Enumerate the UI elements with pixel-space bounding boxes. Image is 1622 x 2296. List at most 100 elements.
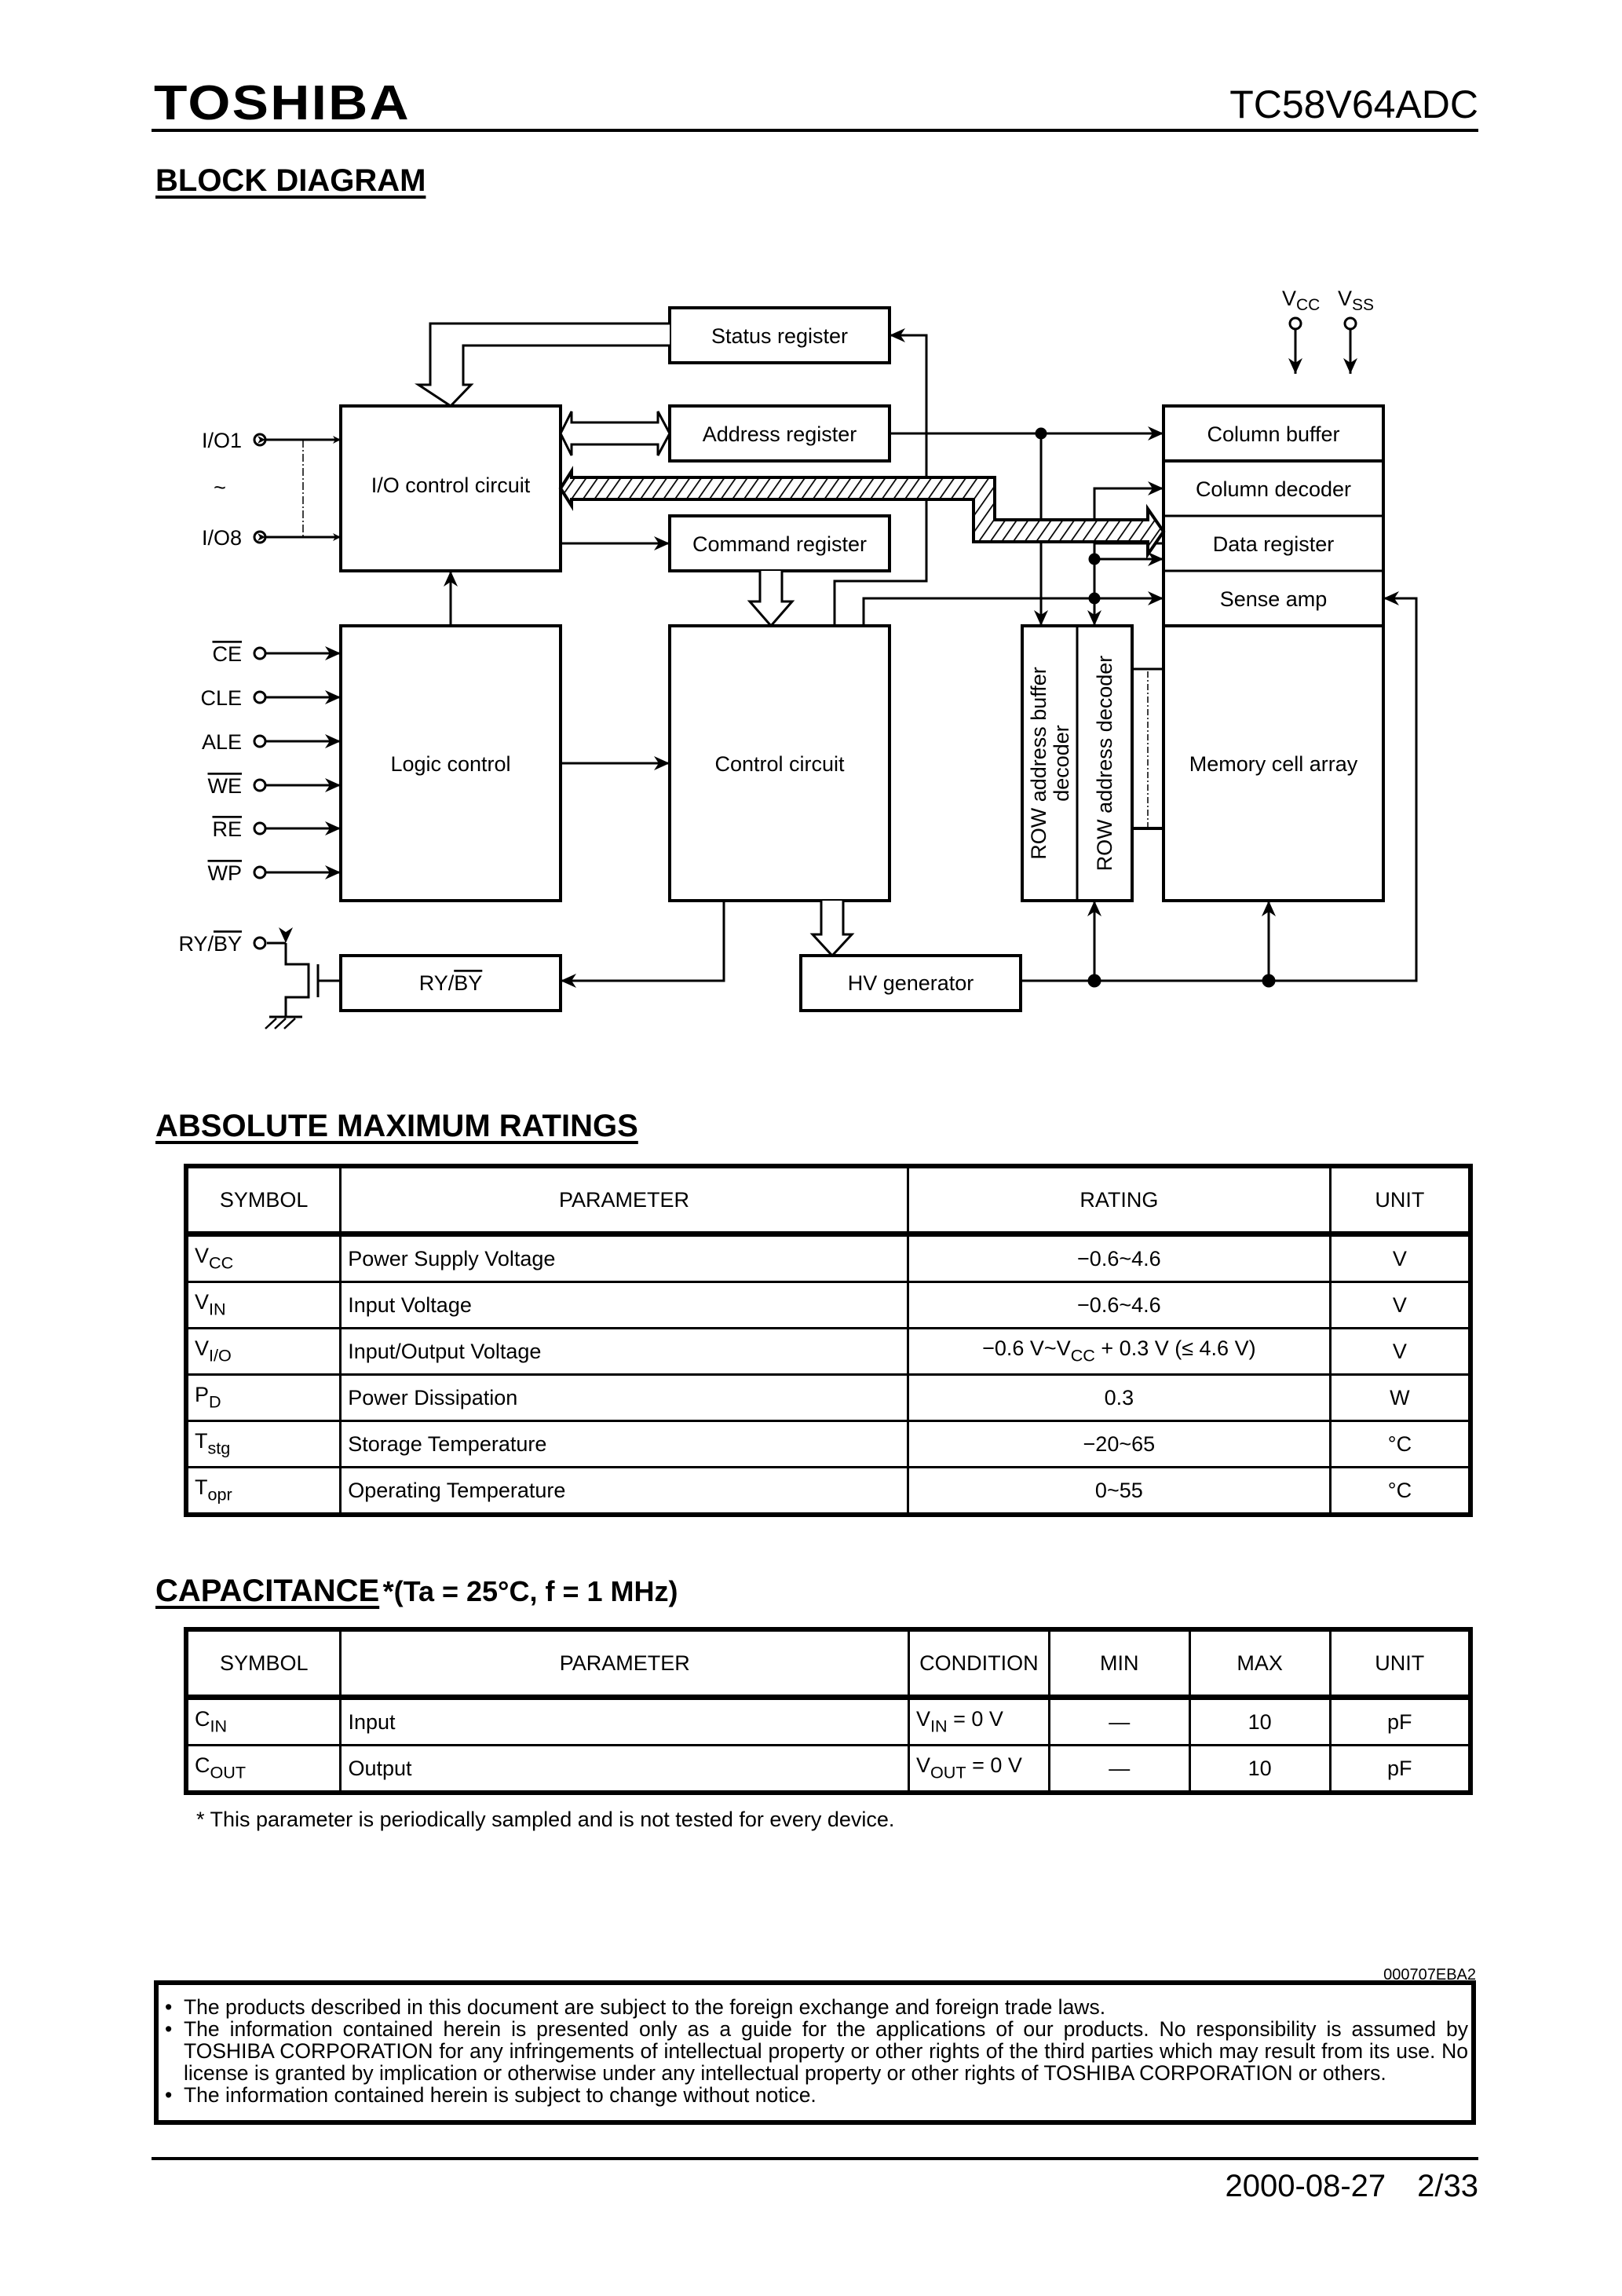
block-diagram: VCC VSS Status register Address register… (178, 287, 1418, 1029)
address-register-label: Address register (703, 422, 857, 446)
symbol-cell: PD (184, 1373, 342, 1422)
unit-cell: °C (1328, 1466, 1472, 1516)
capacitance-title: CAPACITANCE (155, 1574, 380, 1608)
cle-pin-label: CLE (200, 686, 242, 710)
vss-label: VSS (1338, 287, 1374, 314)
capacitance-condition: *(Ta = 25°C, f = 1 MHz) (382, 1575, 678, 1607)
unit-cell: V (1328, 1327, 1472, 1376)
unit-cell: pF (1328, 1744, 1472, 1794)
parameter-cell: Input Voltage (339, 1281, 909, 1329)
status-register-label: Status register (711, 324, 848, 348)
wp-pin-label: WP (208, 861, 243, 885)
symbol-cell: VI/O (184, 1327, 342, 1376)
table-row: Topr Operating Temperature 0~55 °C (184, 1466, 1472, 1516)
command-register-label: Command register (692, 532, 867, 556)
rating-cell: −0.6~4.6 (906, 1281, 1332, 1329)
symbol-cell: CIN (184, 1696, 342, 1746)
data-register-label: Data register (1213, 532, 1335, 556)
symbol-cell: Tstg (184, 1420, 342, 1468)
logic-control-label: Logic control (390, 752, 510, 776)
column-decoder-label: Column decoder (1196, 477, 1351, 501)
col-max: MAX (1188, 1628, 1332, 1700)
col-unit: UNIT (1328, 1628, 1472, 1700)
io-range-label: ~ (214, 476, 226, 499)
io-control-label: I/O control circuit (371, 473, 531, 497)
table-row: VIN Input Voltage −0.6~4.6 V (184, 1281, 1472, 1329)
capacitance-note: * This parameter is periodically sampled… (196, 1808, 895, 1831)
parameter-cell: Output (339, 1744, 910, 1794)
condition-cell: VIN = 0 V (907, 1696, 1050, 1746)
rating-cell: 0~55 (906, 1466, 1332, 1516)
memory-cell-array-label: Memory cell array (1189, 752, 1358, 776)
footer-date: 2000-08-27 (1225, 2169, 1386, 2203)
symbol-cell: Topr (184, 1466, 342, 1516)
ale-pin-label: ALE (202, 730, 242, 754)
max-cell: 10 (1188, 1744, 1332, 1794)
ryby-pin-label: RY/BY (178, 932, 242, 956)
unit-cell: °C (1328, 1420, 1472, 1468)
sense-amp-label: Sense amp (1220, 587, 1328, 611)
table-row: PD Power Dissipation 0.3 W (184, 1373, 1472, 1422)
parameter-cell: Storage Temperature (339, 1420, 909, 1468)
rating-cell: 0.3 (906, 1373, 1332, 1422)
row-buffer-label-2: decoder (1050, 725, 1073, 802)
symbol-cell: VCC (184, 1233, 342, 1283)
table-row: VI/O Input/Output Voltage −0.6 V~VCC + 0… (184, 1327, 1472, 1376)
parameter-cell: Power Dissipation (339, 1373, 909, 1422)
vcc-label: VCC (1282, 287, 1320, 314)
unit-cell: V (1328, 1233, 1472, 1283)
footer: 2000-08-27 2/33 (1226, 2169, 1478, 2204)
control-pin-lines (253, 646, 341, 879)
rating-cell: −0.6~4.6 (906, 1233, 1332, 1283)
max-cell: 10 (1188, 1696, 1332, 1746)
min-cell: — (1047, 1744, 1191, 1794)
capacitance-heading: CAPACITANCE *(Ta = 25°C, f = 1 MHz) (155, 1574, 678, 1609)
col-rating: RATING (906, 1164, 1332, 1237)
col-min: MIN (1047, 1628, 1191, 1700)
col-condition: CONDITION (907, 1628, 1050, 1700)
unit-cell: V (1328, 1281, 1472, 1329)
page-number: 2/33 (1417, 2169, 1478, 2203)
condition-cell: VOUT = 0 V (907, 1744, 1050, 1794)
parameter-cell: Input (339, 1696, 910, 1746)
column-buffer-label: Column buffer (1207, 422, 1339, 446)
we-pin-label: WE (208, 774, 243, 798)
abs-max-title: ABSOLUTE MAXIMUM RATINGS (155, 1109, 638, 1143)
io8-pin-label: I/O8 (202, 526, 242, 550)
symbol-cell: VIN (184, 1281, 342, 1329)
rating-cell: −0.6 V~VCC + 0.3 V (≤ 4.6 V) (906, 1327, 1332, 1376)
control-circuit-label: Control circuit (714, 752, 845, 776)
table-row: COUT Output VOUT = 0 V — 10 pF (184, 1744, 1472, 1794)
min-cell: — (1047, 1696, 1191, 1746)
capacitance-table: SYMBOL PARAMETER CONDITION MIN MAX UNIT … (184, 1627, 1473, 1795)
disclaimer-item: The information contained herein is subj… (162, 2084, 1468, 2106)
io1-pin-label: I/O1 (202, 429, 242, 452)
unit-cell: pF (1328, 1696, 1472, 1746)
col-parameter: PARAMETER (339, 1164, 909, 1237)
col-parameter: PARAMETER (339, 1628, 910, 1700)
disclaimer-box: The products described in this document … (154, 1980, 1476, 2125)
rating-cell: −20~65 (906, 1420, 1332, 1468)
parameter-cell: Input/Output Voltage (339, 1327, 909, 1376)
col-symbol: SYMBOL (184, 1164, 342, 1237)
ce-pin-label: CE (212, 642, 242, 666)
unit-cell: W (1328, 1373, 1472, 1422)
table-row: CIN Input VIN = 0 V — 10 pF (184, 1696, 1472, 1746)
abs-max-table: SYMBOL PARAMETER RATING UNIT VCC Power S… (184, 1164, 1473, 1517)
vcc-pin (1288, 316, 1302, 374)
footer-rule (152, 2157, 1478, 2160)
ryby-block-label: RY/BY (419, 971, 483, 995)
re-pin-label: RE (212, 817, 242, 841)
disclaimer-item: The products described in this document … (162, 1996, 1468, 2018)
symbol-cell: COUT (184, 1744, 342, 1794)
col-symbol: SYMBOL (184, 1628, 342, 1700)
disclaimer-item: The information contained herein is pres… (162, 2018, 1468, 2084)
table-row: Tstg Storage Temperature −20~65 °C (184, 1420, 1472, 1468)
vss-pin (1343, 316, 1357, 374)
hv-generator-label: HV generator (848, 971, 974, 995)
parameter-cell: Power Supply Voltage (339, 1233, 909, 1283)
row-decoder-label: ROW address decoder (1093, 656, 1116, 872)
table-row: VCC Power Supply Voltage −0.6~4.6 V (184, 1233, 1472, 1283)
col-unit: UNIT (1328, 1164, 1472, 1237)
row-buffer-label-1: ROW address buffer (1027, 667, 1050, 860)
